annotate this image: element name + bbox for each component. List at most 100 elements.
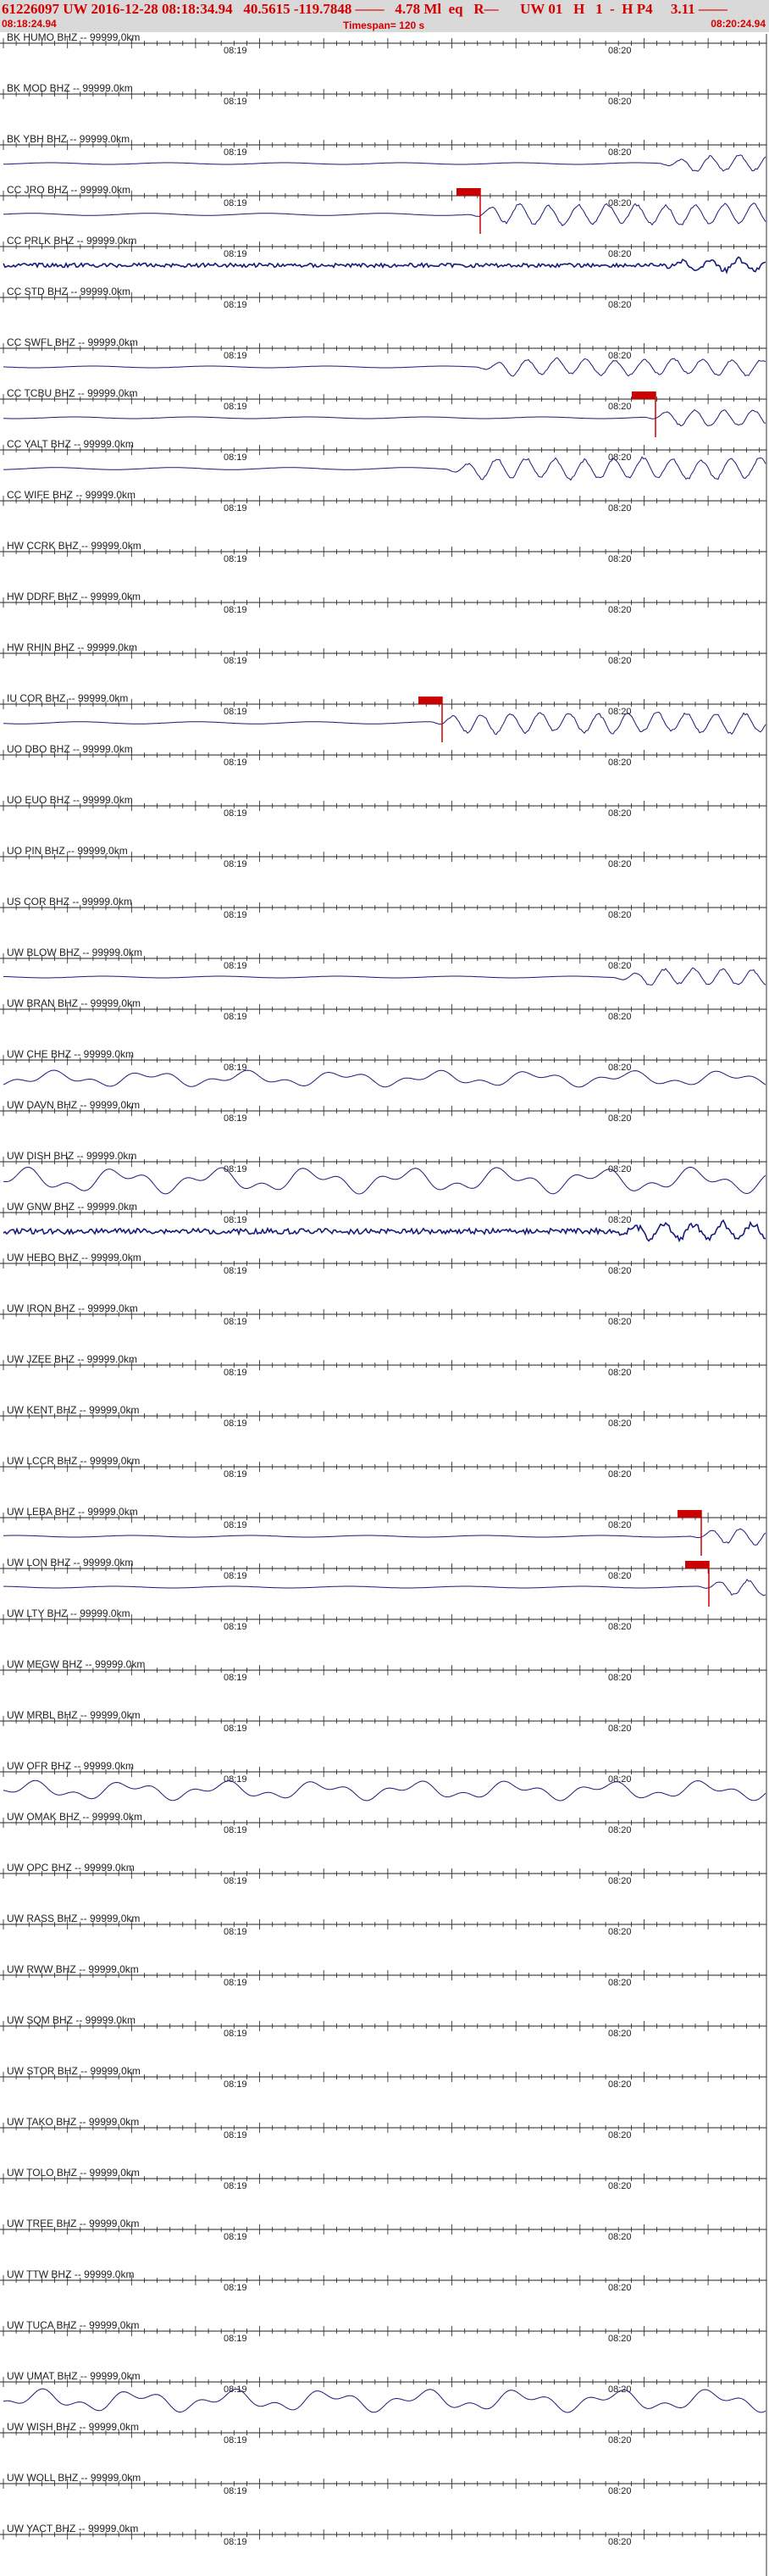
station-label: HW CCRK BHZ -- 99999.0km	[7, 540, 141, 552]
station-label: BK YBH BHZ -- 99999.0km	[7, 133, 130, 145]
time-label-0820: 08:20	[608, 1469, 632, 1480]
waveform	[3, 1779, 766, 1802]
station-label: CC JRO BHZ -- 99999.0km	[7, 184, 130, 196]
time-label-0819: 08:19	[224, 1266, 247, 1276]
time-label-0820: 08:20	[608, 503, 632, 514]
time-label-0820: 08:20	[608, 351, 632, 361]
time-label-0819: 08:19	[224, 147, 247, 158]
time-label-0819: 08:19	[224, 1317, 247, 1327]
time-label-0820: 08:20	[608, 1113, 632, 1124]
waveform	[3, 408, 766, 427]
time-label-0820: 08:20	[608, 1266, 632, 1276]
station-label: UW TAKO BHZ -- 99999.0km	[7, 2116, 139, 2128]
time-label-0819: 08:19	[224, 1469, 247, 1480]
station-label: BK MOD BHZ -- 99999.0km	[7, 82, 133, 94]
time-label-0819: 08:19	[224, 707, 247, 717]
seismogram-plot: BK HUMO BHZ -- 99999.0km 08:19 08:20 BK MOD…	[0, 31, 767, 2576]
time-label-0820: 08:20	[608, 808, 632, 819]
station-label: UW BRAN BHZ -- 99999.0km	[7, 997, 141, 1009]
time-label-0819: 08:19	[224, 2537, 247, 2547]
time-label-0819: 08:19	[224, 2181, 247, 2191]
time-label-0819: 08:19	[224, 808, 247, 819]
time-label-0819: 08:19	[224, 961, 247, 971]
time-label-0819: 08:19	[224, 1520, 247, 1530]
station-label: UW JZEE BHZ -- 99999.0km	[7, 1353, 137, 1365]
pick-marker	[685, 1561, 709, 1568]
time-label-0819: 08:19	[224, 910, 247, 920]
time-label-0819: 08:19	[224, 1012, 247, 1022]
time-label-0820: 08:20	[608, 2537, 632, 2547]
station-label: BK HUMO BHZ -- 99999.0km	[7, 31, 140, 43]
waveform	[3, 154, 766, 172]
pick-marker	[632, 391, 656, 399]
station-label: UW MEGW BHZ -- 99999.0km	[7, 1658, 145, 1670]
station-label: US COR BHZ -- 99999.0km	[7, 896, 132, 908]
waveform	[3, 1528, 766, 1546]
time-label-0820: 08:20	[608, 2283, 632, 2293]
time-label-0820: 08:20	[608, 707, 632, 717]
station-label: UO EUO BHZ -- 99999.0km	[7, 794, 133, 806]
station-label: CC SWFL BHZ -- 99999.0km	[7, 336, 138, 348]
time-label-0819: 08:19	[224, 1927, 247, 1937]
station-label: CC STD BHZ -- 99999.0km	[7, 286, 130, 297]
station-label: UW MRBL BHZ -- 99999.0km	[7, 1709, 141, 1721]
time-label-0820: 08:20	[608, 249, 632, 259]
station-label: UW TUCA BHZ -- 99999.0km	[7, 2319, 139, 2331]
time-label-0820: 08:20	[608, 2435, 632, 2446]
station-label: CC TCBU BHZ -- 99999.0km	[7, 387, 137, 399]
time-label-0819: 08:19	[224, 2029, 247, 2039]
time-label-0819: 08:19	[224, 1215, 247, 1225]
station-label: UW TREE BHZ -- 99999.0km	[7, 2218, 139, 2229]
time-label-0820: 08:20	[608, 758, 632, 768]
station-label: UW RASS BHZ -- 99999.0km	[7, 1913, 140, 1924]
time-label-0820: 08:20	[608, 2384, 632, 2395]
time-label-0819: 08:19	[224, 758, 247, 768]
time-label-0820: 08:20	[608, 2181, 632, 2191]
time-label-0820: 08:20	[608, 1215, 632, 1225]
time-label-0819: 08:19	[224, 1876, 247, 1886]
time-label-0819: 08:19	[224, 1571, 247, 1581]
time-label-0819: 08:19	[224, 351, 247, 361]
time-label-0820: 08:20	[608, 1571, 632, 1581]
time-label-0820: 08:20	[608, 1063, 632, 1073]
time-label-0819: 08:19	[224, 1724, 247, 1734]
time-label-0819: 08:19	[224, 402, 247, 412]
time-label-0819: 08:19	[224, 46, 247, 56]
time-label-0819: 08:19	[224, 1978, 247, 1988]
station-label: UW SQM BHZ -- 99999.0km	[7, 2014, 136, 2026]
waveform	[3, 202, 766, 226]
time-label-0820: 08:20	[608, 859, 632, 869]
station-label: UW OMAK BHZ -- 99999.0km	[7, 1811, 142, 1823]
time-label-0819: 08:19	[224, 249, 247, 259]
time-label-0820: 08:20	[608, 1520, 632, 1530]
time-label-0819: 08:19	[224, 2283, 247, 2293]
station-label: UW DISH BHZ -- 99999.0km	[7, 1150, 136, 1162]
time-label-0820: 08:20	[608, 2079, 632, 2090]
station-label: CC YALT BHZ -- 99999.0km	[7, 438, 134, 450]
time-label-0820: 08:20	[608, 46, 632, 56]
time-label-0820: 08:20	[608, 1978, 632, 1988]
time-label-0819: 08:19	[224, 97, 247, 107]
station-label: HW DDRF BHZ -- 99999.0km	[7, 591, 141, 602]
waveform	[3, 1219, 766, 1243]
time-label-0819: 08:19	[224, 2334, 247, 2344]
waveform	[3, 1579, 766, 1596]
waveform	[3, 256, 766, 275]
time-label-0820: 08:20	[608, 605, 632, 615]
time-label-0819: 08:19	[224, 1622, 247, 1632]
pick-marker	[456, 188, 480, 196]
station-label: UW BLOW BHZ -- 99999.0km	[7, 947, 142, 958]
station-label: UW WISH BHZ -- 99999.0km	[7, 2421, 139, 2433]
time-label-0820: 08:20	[608, 1825, 632, 1835]
time-label-0820: 08:20	[608, 910, 632, 920]
time-label-0819: 08:19	[224, 1673, 247, 1683]
station-label: UW UMAT BHZ -- 99999.0km	[7, 2370, 141, 2382]
station-label: CC WIFE BHZ -- 99999.0km	[7, 489, 136, 501]
station-label: UW WOLL BHZ -- 99999.0km	[7, 2472, 141, 2484]
time-label-0819: 08:19	[224, 554, 247, 564]
waveform	[3, 1166, 766, 1195]
station-label: UW STOR BHZ -- 99999.0km	[7, 2065, 141, 2077]
time-label-0820: 08:20	[608, 1876, 632, 1886]
time-label-0820: 08:20	[608, 961, 632, 971]
station-label: UW TTW BHZ -- 99999.0km	[7, 2268, 134, 2280]
